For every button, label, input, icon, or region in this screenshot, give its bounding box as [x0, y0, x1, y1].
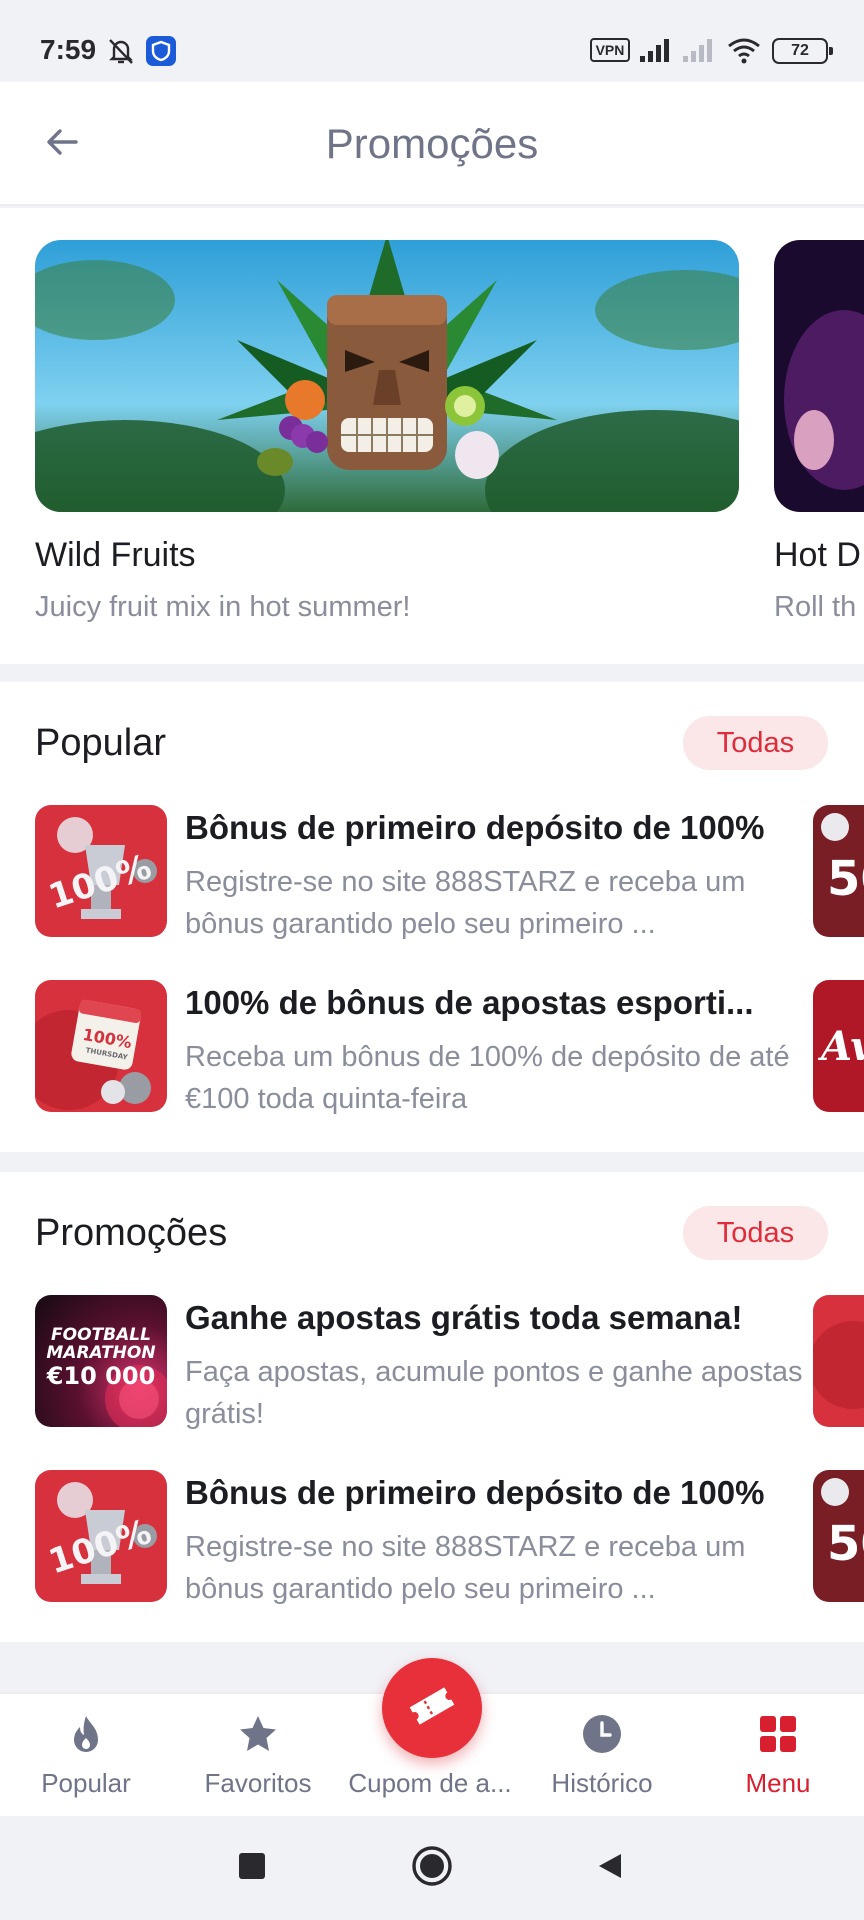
promo-title: Bônus de primeiro depósito de 100%	[185, 809, 765, 846]
thumb-line: MARATHON	[46, 1343, 156, 1363]
promo-thumb-thursday: 100% THURSDAY	[35, 980, 167, 1112]
grid-icon	[756, 1712, 800, 1756]
popular-all-button[interactable]: Todas	[683, 716, 828, 770]
svg-text:Av: Av	[817, 1023, 864, 1070]
promo-description: Faça apostas, acumule pontos e ganhe apo…	[185, 1356, 803, 1430]
nav-label: Histórico	[551, 1768, 653, 1798]
popular-section: Popular Todas 100% Bônus de primeiro dep…	[0, 682, 864, 1152]
promo-thumb-first-deposit: 100%	[35, 805, 167, 937]
thumb-line: FOOTBALL	[51, 1325, 151, 1345]
banner-image-wild-fruits	[35, 240, 739, 512]
promo-peek-thumb[interactable]	[813, 1295, 864, 1427]
nav-label: Cupom de a...	[348, 1768, 512, 1798]
page-title: Promoções	[325, 120, 539, 167]
thumb-line: €10 000	[46, 1362, 156, 1390]
section-title-promotions: Promoções	[35, 1212, 228, 1254]
promo-description: Receba um bônus de 100% de depósito de a…	[185, 1041, 790, 1115]
clock-icon	[580, 1712, 624, 1756]
banner-subtitle: Juicy fruit mix in hot summer!	[35, 591, 411, 623]
banner-card-hot-dice[interactable]: Hot D Roll th	[774, 240, 864, 624]
nav-item-favorites[interactable]: Favoritos	[172, 1694, 344, 1818]
square-icon	[237, 1851, 267, 1886]
back-system-button[interactable]	[588, 1846, 632, 1890]
banner-carousel[interactable]: Wild Fruits Juicy fruit mix in hot summe…	[0, 208, 864, 664]
battery-indicator: 72	[772, 38, 833, 64]
banner-title: Hot D	[774, 536, 861, 574]
status-bar: 7:59 VPN 72	[0, 0, 864, 82]
promo-thumb-first-deposit: 100%	[35, 1470, 167, 1602]
promo-text: 100% de bônus de apostas esporti... Rece…	[185, 984, 805, 1120]
promo-peek-thumb[interactable]: 50	[813, 1470, 864, 1602]
nav-label: Menu	[745, 1768, 811, 1798]
nav-label: Popular	[41, 1768, 131, 1798]
promo-item[interactable]: FOOTBALL MARATHON €10 000 Ganhe apostas …	[35, 1295, 815, 1430]
promo-item[interactable]: 100% THURSDAY 100% de bônus de apostas e…	[35, 980, 815, 1115]
section-title-popular: Popular	[35, 722, 166, 764]
svg-text:50: 50	[827, 851, 864, 907]
promo-title: Bônus de primeiro depósito de 100%	[185, 1474, 765, 1511]
coupon-fab-button[interactable]	[382, 1658, 482, 1758]
shield-app-icon	[146, 36, 176, 66]
star-icon	[236, 1712, 280, 1756]
banner-subtitle: Roll th	[774, 591, 857, 623]
flame-icon	[64, 1712, 108, 1756]
promo-description: Registre-se no site 888STARZ e receba um…	[185, 866, 746, 940]
circle-icon	[410, 1844, 454, 1893]
nav-label: Favoritos	[204, 1768, 312, 1798]
signal-weak-icon	[681, 36, 717, 64]
promo-text: Ganhe apostas grátis toda semana! Faça a…	[185, 1299, 805, 1435]
svg-text:50: 50	[827, 1516, 864, 1572]
app-header: Promoções	[0, 82, 864, 206]
triangle-back-icon	[595, 1851, 625, 1886]
banner-title: Wild Fruits	[35, 536, 196, 574]
promo-item[interactable]: 100% Bônus de primeiro depósito de 100% …	[35, 1470, 815, 1605]
vpn-badge: VPN	[590, 38, 630, 62]
promo-title: 100% de bônus de apostas esporti...	[185, 984, 754, 1021]
banner-card-wild-fruits[interactable]: Wild Fruits Juicy fruit mix in hot summe…	[35, 240, 739, 624]
banner-image-hot-dice	[774, 240, 864, 512]
promo-description: Registre-se no site 888STARZ e receba um…	[185, 1531, 746, 1605]
promo-text: Bônus de primeiro depósito de 100% Regis…	[185, 809, 805, 945]
promo-peek-thumb[interactable]: 50	[813, 805, 864, 937]
nav-item-popular[interactable]: Popular	[0, 1694, 172, 1818]
bell-muted-icon	[106, 36, 136, 66]
promotions-all-button[interactable]: Todas	[683, 1206, 828, 1260]
nav-item-history[interactable]: Histórico	[516, 1694, 688, 1818]
promo-item[interactable]: 100% Bônus de primeiro depósito de 100% …	[35, 805, 815, 940]
nav-item-menu[interactable]: Menu	[692, 1694, 864, 1818]
promo-peek-thumb[interactable]: Av	[813, 980, 864, 1112]
system-nav-bar	[0, 1816, 864, 1920]
home-button[interactable]	[410, 1844, 454, 1893]
signal-icon	[638, 36, 674, 64]
status-time: 7:59	[40, 34, 97, 65]
promo-title: Ganhe apostas grátis toda semana!	[185, 1299, 743, 1336]
recents-button[interactable]	[230, 1846, 274, 1890]
promo-text: Bônus de primeiro depósito de 100% Regis…	[185, 1474, 805, 1610]
ticket-icon	[404, 1678, 460, 1739]
promotions-section: Promoções Todas FOOTBALL MARATHON €10 00…	[0, 1172, 864, 1642]
promo-thumb-football-marathon: FOOTBALL MARATHON €10 000	[35, 1295, 167, 1427]
wifi-icon	[726, 36, 762, 64]
